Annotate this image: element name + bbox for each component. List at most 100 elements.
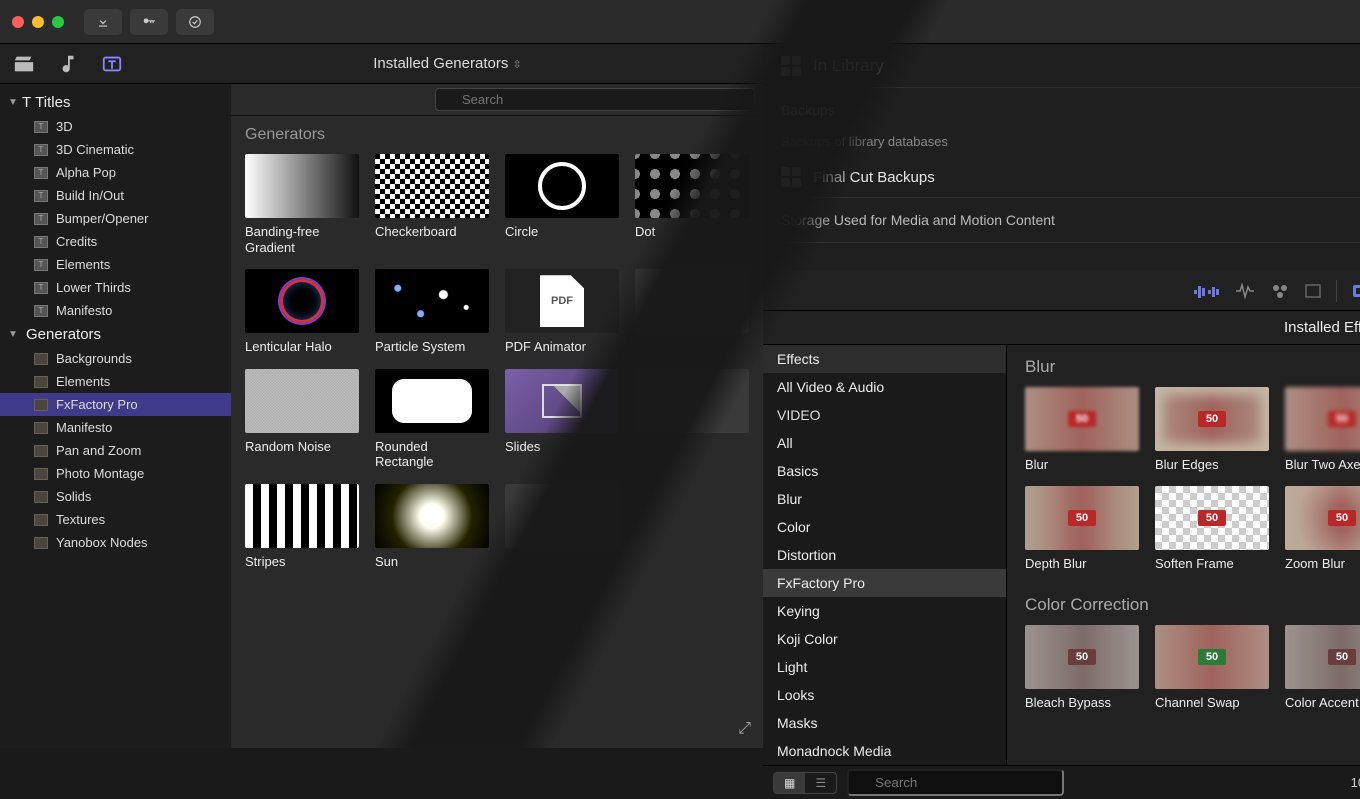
sidebar-generator-item[interactable]: Solids <box>0 485 231 508</box>
final-cut-backups-row[interactable]: Final Cut Backups <box>763 157 1360 198</box>
sidebar-title-item[interactable]: TCredits <box>0 230 231 253</box>
effect-thumbnail[interactable]: Soften Frame <box>1155 486 1269 571</box>
minimize-window-button[interactable] <box>32 16 44 28</box>
browser-scope-dropdown[interactable]: Installed Generators ⇳ <box>142 55 753 72</box>
photos-audio-tab[interactable] <box>54 50 82 78</box>
effect-thumbnail[interactable]: Color Accent <box>1285 625 1360 710</box>
generator-thumbnail[interactable]: Rounded Rectangle <box>375 369 489 470</box>
thumbnail-label: Slides <box>505 439 619 455</box>
sidebar-generator-item[interactable]: Textures <box>0 508 231 531</box>
close-window-button[interactable] <box>12 16 24 28</box>
libraries-tab[interactable] <box>10 50 38 78</box>
generator-thumbnail[interactable]: Slides <box>505 369 619 470</box>
effects-category-item[interactable]: Effects <box>763 345 1006 373</box>
effect-thumbnail[interactable]: Blur <box>1025 387 1139 472</box>
keyword-button[interactable] <box>130 9 168 35</box>
generator-thumbnail[interactable]: Circle <box>505 154 619 255</box>
effects-category-item[interactable]: Monadnock Media <box>763 737 1006 765</box>
effects-category-item[interactable]: Koji Color <box>763 625 1006 653</box>
thumbnail-label: Depth Blur <box>1025 556 1139 571</box>
generator-icon <box>34 491 48 503</box>
titles-group-header[interactable]: ▼ T Titles <box>0 90 231 115</box>
effects-category-item[interactable]: Color <box>763 513 1006 541</box>
effects-scope-dropdown[interactable]: Installed Effects ⇳ <box>1284 319 1360 336</box>
generators-group-header[interactable]: ▼ Generators <box>0 322 231 347</box>
generator-thumbnail[interactable] <box>635 369 749 470</box>
import-button[interactable] <box>84 9 122 35</box>
audio-enhance-icon[interactable] <box>1194 282 1220 300</box>
effects-category-item[interactable]: Distortion <box>763 541 1006 569</box>
effect-thumbnail[interactable]: Bleach Bypass <box>1025 625 1139 710</box>
generator-thumbnail[interactable]: Sun <box>375 484 489 570</box>
generator-thumbnail[interactable] <box>635 269 749 355</box>
sidebar-generator-item[interactable]: Backgrounds <box>0 347 231 370</box>
thumbnail-label: Blur <box>1025 457 1139 472</box>
sidebar-generator-item[interactable]: Pan and Zoom <box>0 439 231 462</box>
sidebar-title-item[interactable]: TBuild In/Out <box>0 184 231 207</box>
sidebar-title-item[interactable]: TBumper/Opener <box>0 207 231 230</box>
effect-thumbnail[interactable]: Channel Swap <box>1155 625 1269 710</box>
grid-view-icon[interactable]: ▦ <box>774 773 805 793</box>
thumbnail-label: Color Accent <box>1285 695 1360 710</box>
effects-category-item[interactable]: Basics <box>763 457 1006 485</box>
effect-thumbnail[interactable]: Zoom Blur <box>1285 486 1360 571</box>
effects-browser: Installed Effects ⇳ EffectsAll Video & A… <box>763 271 1360 799</box>
effects-category-item[interactable]: Light <box>763 653 1006 681</box>
generator-thumbnail[interactable] <box>505 484 619 570</box>
generator-icon <box>34 445 48 457</box>
generator-thumbnail[interactable]: Banding-free Gradient <box>245 154 359 255</box>
thumbnail-image <box>1025 387 1139 451</box>
generator-thumbnail[interactable]: Lenticular Halo <box>245 269 359 355</box>
effect-thumbnail[interactable]: Blur Edges <box>1155 387 1269 472</box>
effect-thumbnail[interactable]: Blur Two Axes <box>1285 387 1360 472</box>
sidebar-title-item[interactable]: TLower Thirds <box>0 276 231 299</box>
effects-category-item[interactable]: All <box>763 429 1006 457</box>
sidebar-item-label: 3D <box>56 119 73 134</box>
sidebar-title-item[interactable]: TAlpha Pop <box>0 161 231 184</box>
clapperboard-icon <box>13 53 35 75</box>
effects-search-input[interactable] <box>847 769 1064 796</box>
sidebar-generator-item[interactable]: Elements <box>0 370 231 393</box>
effects-category-item[interactable]: All Video & Audio <box>763 373 1006 401</box>
generator-thumbnail[interactable]: Stripes <box>245 484 359 570</box>
generator-icon <box>34 399 48 411</box>
browser-scope-label: Installed Generators <box>373 55 508 72</box>
fullscreen-icon[interactable]: ⤢ <box>738 720 751 738</box>
sidebar-generator-item[interactable]: Manifesto <box>0 416 231 439</box>
thumbnail-label: Soften Frame <box>1155 556 1269 571</box>
title-icon: T <box>34 305 48 317</box>
generators-search-input[interactable] <box>435 88 755 111</box>
sidebar-title-item[interactable]: T3D <box>0 115 231 138</box>
audio-meters-icon[interactable] <box>1234 283 1256 299</box>
effects-category-item[interactable]: Blur <box>763 485 1006 513</box>
background-tasks-button[interactable] <box>176 9 214 35</box>
sidebar-generator-item[interactable]: Yanobox Nodes <box>0 531 231 554</box>
window-controls <box>12 16 64 28</box>
generator-thumbnail[interactable]: Checkerboard <box>375 154 489 255</box>
effects-category-item[interactable]: Masks <box>763 709 1006 737</box>
thumbnail-image <box>245 369 359 433</box>
sidebar-title-item[interactable]: TElements <box>0 253 231 276</box>
effect-thumbnail[interactable]: Depth Blur <box>1025 486 1139 571</box>
color-wheels-icon[interactable] <box>1270 283 1290 299</box>
generator-thumbnail[interactable]: PDF Animator <box>505 269 619 355</box>
title-icon: T <box>34 190 48 202</box>
generator-thumbnail[interactable]: Particle System <box>375 269 489 355</box>
effects-tab-active[interactable] <box>1351 283 1360 299</box>
generator-thumbnail[interactable]: Random Noise <box>245 369 359 470</box>
sidebar-generator-item[interactable]: Photo Montage <box>0 462 231 485</box>
view-toggle[interactable]: ▦ ☰ <box>773 772 837 794</box>
sidebar-title-item[interactable]: TManifesto <box>0 299 231 322</box>
retiming-icon[interactable] <box>1304 283 1322 299</box>
effects-category-item[interactable]: Keying <box>763 597 1006 625</box>
effects-category-item[interactable]: FxFactory Pro <box>763 569 1006 597</box>
sidebar-title-item[interactable]: T3D Cinematic <box>0 138 231 161</box>
effects-category-item[interactable]: VIDEO <box>763 401 1006 429</box>
sidebar-generator-item[interactable]: FxFactory Pro <box>0 393 231 416</box>
effects-category-item[interactable]: Looks <box>763 681 1006 709</box>
zoom-window-button[interactable] <box>52 16 64 28</box>
titles-generators-tab[interactable] <box>98 50 126 78</box>
generator-thumbnail[interactable]: Dot <box>635 154 749 255</box>
title-icon: T <box>34 282 48 294</box>
list-view-icon[interactable]: ☰ <box>805 773 836 793</box>
